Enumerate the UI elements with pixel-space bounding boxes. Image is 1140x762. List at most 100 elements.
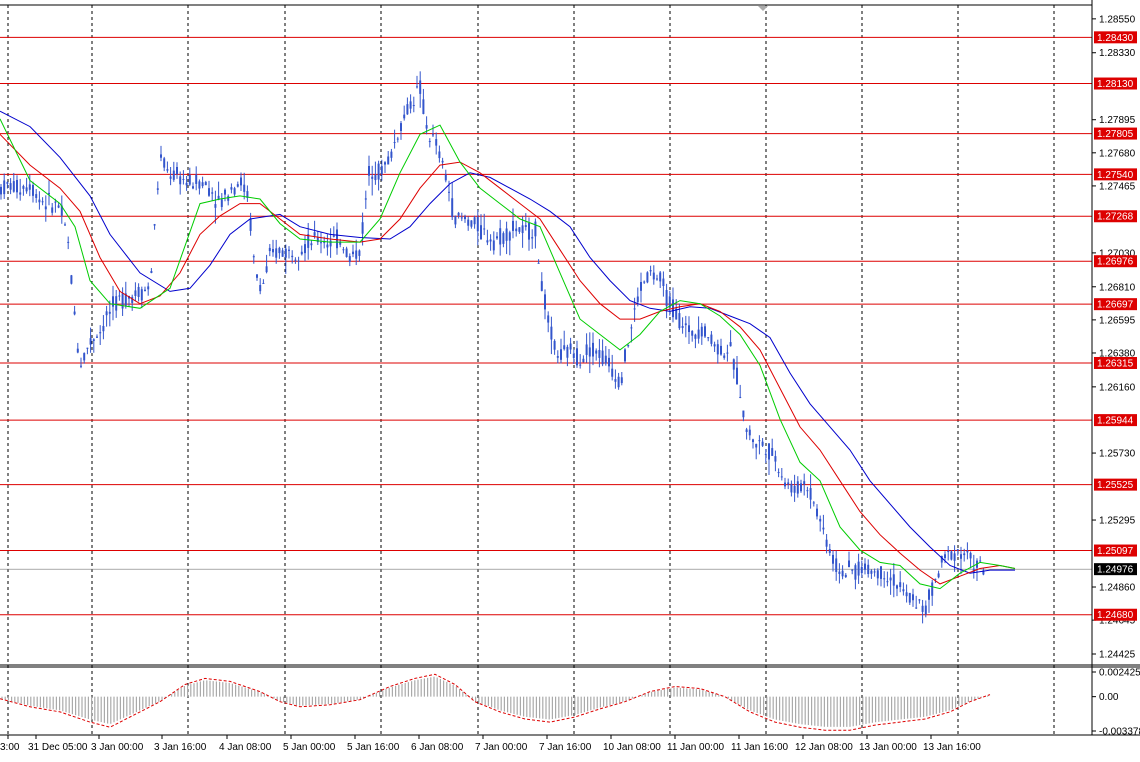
candle-body: [38, 199, 41, 203]
candle-body: [345, 248, 348, 257]
ytick-label: 1.25730: [1099, 449, 1136, 460]
candle-body: [473, 217, 476, 225]
candle-body: [499, 228, 502, 245]
candle-body: [598, 349, 601, 358]
candle-body: [102, 325, 105, 332]
candle-body: [291, 255, 294, 258]
candle-body: [281, 250, 284, 257]
candle-body: [569, 343, 572, 350]
candle-body: [486, 240, 489, 243]
candle-body: [179, 176, 182, 185]
candle-body: [864, 563, 866, 570]
candle-body: [160, 154, 162, 158]
candle-body: [454, 215, 457, 225]
candle-body: [582, 358, 585, 363]
level-tag-label: 1.26315: [1097, 358, 1134, 369]
osc-tick-label: 0.00: [1099, 692, 1119, 703]
candle-body: [25, 187, 28, 192]
candle-body: [908, 592, 911, 603]
candle-body: [144, 289, 146, 292]
candle-body: [678, 313, 681, 329]
candle-body: [643, 281, 646, 283]
candle-body: [608, 357, 610, 367]
candle-body: [723, 355, 726, 358]
ytick-label: 1.26160: [1099, 382, 1136, 393]
current-price-label: 1.24976: [1097, 565, 1134, 576]
candle-body: [729, 342, 732, 347]
candle-body: [614, 379, 617, 382]
candle-body: [793, 485, 796, 493]
candle-body: [720, 345, 722, 355]
candle-body: [377, 163, 380, 180]
candle-body: [860, 566, 863, 574]
candle-body: [419, 80, 422, 94]
candle-body: [384, 162, 386, 165]
level-tag-label: 1.25944: [1097, 416, 1134, 427]
candle-body: [297, 260, 300, 262]
candle-body: [483, 228, 486, 230]
level-tag-label: 1.28130: [1097, 79, 1134, 90]
candle-body: [691, 330, 694, 336]
ytick-label: 1.24860: [1099, 583, 1136, 594]
candle-body: [96, 336, 98, 338]
candle-body: [220, 199, 223, 207]
candle-body: [531, 237, 534, 239]
osc-tick-label: -0.003378: [1099, 727, 1140, 738]
candle-body: [275, 248, 278, 258]
candle-body: [147, 286, 150, 290]
candle-body: [713, 344, 716, 347]
candle-body: [3, 180, 6, 195]
candle-body: [521, 225, 524, 234]
ytick-label: 1.26810: [1099, 282, 1136, 293]
candle-body: [374, 175, 377, 181]
candle-body: [592, 342, 594, 357]
candle-body: [585, 344, 588, 355]
candle-body: [118, 295, 121, 297]
ytick-label: 1.27465: [1099, 181, 1136, 192]
candle-body: [310, 243, 313, 246]
candle-body: [508, 232, 511, 241]
candle-body: [326, 244, 329, 248]
candle-body: [492, 240, 495, 251]
candle-body: [656, 278, 658, 280]
ytick-label: 1.28330: [1099, 48, 1136, 59]
candle-body: [825, 539, 828, 547]
candle-body: [604, 355, 607, 364]
candle-body: [681, 326, 684, 328]
candle-body: [278, 247, 281, 254]
candle-body: [688, 325, 690, 333]
candle-body: [272, 249, 274, 253]
candle-body: [0, 186, 2, 195]
candle-body: [403, 114, 406, 119]
candle-body: [304, 244, 306, 254]
xtick-label: 7 Jan 16:00: [539, 742, 592, 753]
candle-body: [342, 249, 345, 251]
xtick-label: 4 Jan 08:00: [219, 742, 272, 753]
candle-body: [684, 323, 687, 326]
xtick-label: 13 Jan 16:00: [923, 742, 981, 753]
candle-body: [489, 239, 492, 242]
candle-body: [230, 187, 233, 190]
candle-body: [553, 340, 556, 350]
candle-body: [54, 201, 57, 203]
candle-body: [928, 589, 930, 600]
candle-body: [169, 176, 172, 179]
candle-body: [822, 527, 825, 530]
candle-body: [966, 550, 969, 553]
candle-body: [224, 189, 226, 195]
candle-body: [409, 101, 412, 109]
chart-svg[interactable]: 1.285501.283301.278951.276801.274651.270…: [0, 0, 1140, 757]
candle-body: [851, 569, 854, 571]
candle-body: [819, 518, 822, 522]
candle-body: [300, 251, 303, 255]
candle-body: [323, 242, 326, 244]
candle-body: [752, 439, 754, 443]
candle-body: [166, 169, 169, 171]
candle-body: [348, 256, 351, 262]
forex-chart[interactable]: 1.28550 1.28330 1.27895 1.27680 1.27465 1.270…: [0, 0, 1140, 757]
candle-body: [796, 481, 799, 494]
candle-body: [963, 553, 966, 556]
candle-body: [595, 350, 598, 354]
ytick-label: 1.27680: [1099, 148, 1136, 159]
candle-body: [316, 237, 319, 243]
